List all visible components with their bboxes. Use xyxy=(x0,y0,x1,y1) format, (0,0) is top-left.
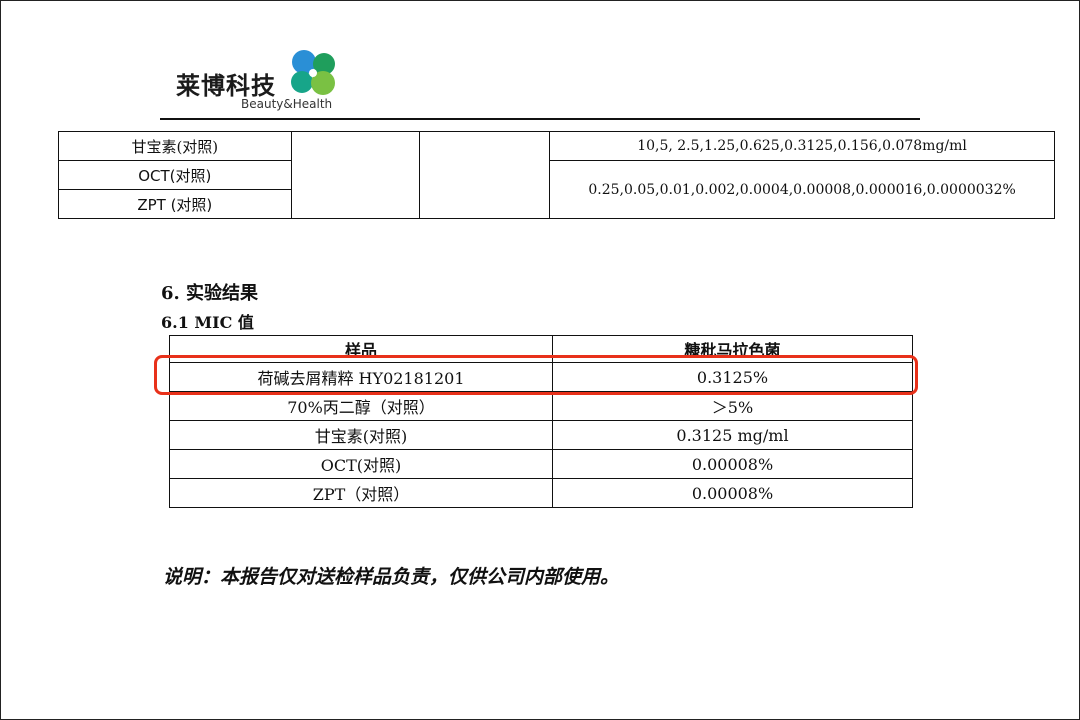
mic-value-cell: 0.3125 mg/ml xyxy=(552,420,913,450)
sample-cell: 甘宝素(对照) xyxy=(58,131,292,161)
table-row: 甘宝素(对照) 10,5, 2.5,1.25,0.625,0.3125,0.15… xyxy=(58,131,1055,219)
table-row: ZPT（对照） 0.00008% xyxy=(169,478,913,508)
sample-cell: 甘宝素(对照) xyxy=(169,420,553,450)
sample-cell: 70%丙二醇（对照） xyxy=(169,391,553,421)
logo-cn-text: 莱博科技 xyxy=(176,72,276,100)
header-divider xyxy=(160,118,920,120)
mic-value-cell: ＞5% xyxy=(552,391,913,421)
concentration-cell: 10,5, 2.5,1.25,0.625,0.3125,0.156,0.078m… xyxy=(549,131,1055,161)
logo-en-text: Beauty&Health xyxy=(241,97,333,111)
test-conditions-table: 甘宝素(对照) 10,5, 2.5,1.25,0.625,0.3125,0.15… xyxy=(58,131,1055,219)
section-subtitle: 6.1 MIC 值 xyxy=(161,313,254,332)
highlight-box xyxy=(154,355,918,395)
sample-cell: OCT(对照) xyxy=(58,160,292,190)
mic-value-cell: 0.00008% xyxy=(552,449,913,479)
sample-cell: ZPT（对照） xyxy=(169,478,553,508)
empty-cell xyxy=(419,131,551,219)
table-row: 甘宝素(对照) 0.3125 mg/ml xyxy=(169,420,913,450)
empty-cell xyxy=(290,131,421,219)
clover-logo-icon xyxy=(291,50,335,95)
disclaimer-note: 说明：本报告仅对送检样品负责，仅供公司内部使用。 xyxy=(163,566,620,588)
table-row: OCT(对照) 0.00008% xyxy=(169,449,913,479)
sample-cell: ZPT (对照) xyxy=(58,189,292,219)
mic-value-cell: 0.00008% xyxy=(552,478,913,508)
concentration-cell: 0.25,0.05,0.01,0.002,0.0004,0.00008,0.00… xyxy=(549,160,1055,219)
table-row: 70%丙二醇（对照） ＞5% xyxy=(169,391,913,421)
sample-cell: OCT(对照) xyxy=(169,449,553,479)
table-row: OCT(对照) 0.25,0.05,0.01,0.002,0.0004,0.00… xyxy=(58,160,1055,219)
section-title: 6. 实验结果 xyxy=(161,283,259,304)
